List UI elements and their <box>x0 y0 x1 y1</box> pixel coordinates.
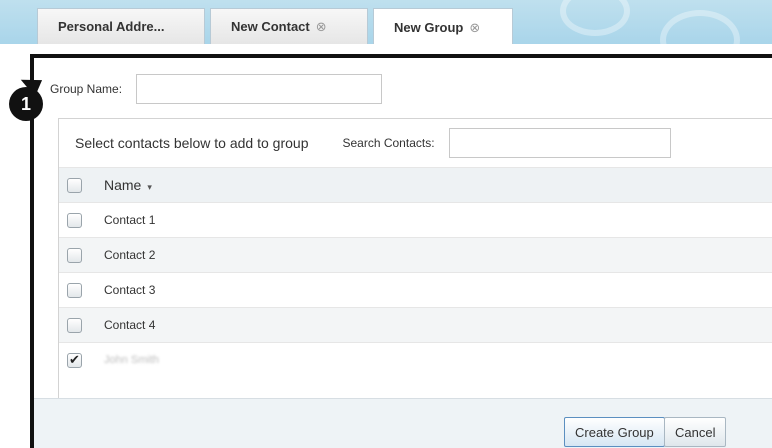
contact-name: Contact 2 <box>104 248 156 262</box>
tab-bar: Personal Addre... New Contact ⊗ New Grou… <box>0 0 772 44</box>
close-icon[interactable]: ⊗ <box>469 20 480 36</box>
search-contacts-input[interactable] <box>448 128 671 158</box>
tab-label: Personal Addre... <box>58 19 165 34</box>
group-name-input[interactable] <box>136 74 383 104</box>
tab-personal-address-book[interactable]: Personal Addre... <box>37 8 205 44</box>
row-checkbox[interactable] <box>67 212 82 228</box>
row-checkbox[interactable] <box>67 247 82 263</box>
row-checkbox[interactable] <box>67 317 82 333</box>
table-header-row: Name ▾ <box>59 167 772 202</box>
dialog-footer: Create Group Cancel <box>34 398 772 448</box>
select-all-checkbox[interactable] <box>67 177 82 193</box>
search-contacts-label: Search Contacts: <box>342 136 435 150</box>
contact-name: Contact 1 <box>104 213 156 227</box>
group-name-label: Group Name: <box>50 82 123 96</box>
name-column-label: Name <box>104 177 142 193</box>
tab-label: New Contact <box>231 19 310 34</box>
table-row[interactable]: John Smith <box>59 342 772 377</box>
cancel-button[interactable]: Cancel <box>664 417 727 447</box>
decorative-swirl <box>560 0 630 36</box>
group-name-row: Group Name: <box>50 74 383 104</box>
tab-label: New Group <box>394 20 464 35</box>
new-group-panel: Group Name: Select contacts below to add… <box>30 54 772 448</box>
contact-list-toolbar: Select contacts below to add to group Se… <box>59 119 772 167</box>
step-callout-badge: 1 <box>9 87 43 121</box>
select-contacts-instruction: Select contacts below to add to group <box>75 135 309 151</box>
table-row[interactable]: Contact 3 <box>59 272 772 307</box>
contact-name: Contact 4 <box>104 318 156 332</box>
close-icon[interactable]: ⊗ <box>316 19 327 35</box>
table-row[interactable]: Contact 4 <box>59 307 772 342</box>
table-row[interactable]: Contact 2 <box>59 237 772 272</box>
contact-name: Contact 3 <box>104 283 156 297</box>
tab-new-group[interactable]: New Group ⊗ <box>373 8 513 44</box>
screen: Personal Addre... New Contact ⊗ New Grou… <box>0 0 772 448</box>
table-row[interactable]: Contact 1 <box>59 202 772 237</box>
contact-list: Select contacts below to add to group Se… <box>58 118 772 410</box>
tab-new-contact[interactable]: New Contact ⊗ <box>210 8 368 44</box>
decorative-swirl <box>660 10 740 44</box>
name-column-header[interactable]: Name ▾ <box>104 177 152 193</box>
row-checkbox[interactable] <box>67 282 82 298</box>
contact-name-obscured: John Smith <box>104 354 160 366</box>
sort-down-icon: ▾ <box>147 182 152 192</box>
create-group-button[interactable]: Create Group <box>564 417 665 447</box>
row-checkbox-checked[interactable] <box>67 352 82 368</box>
